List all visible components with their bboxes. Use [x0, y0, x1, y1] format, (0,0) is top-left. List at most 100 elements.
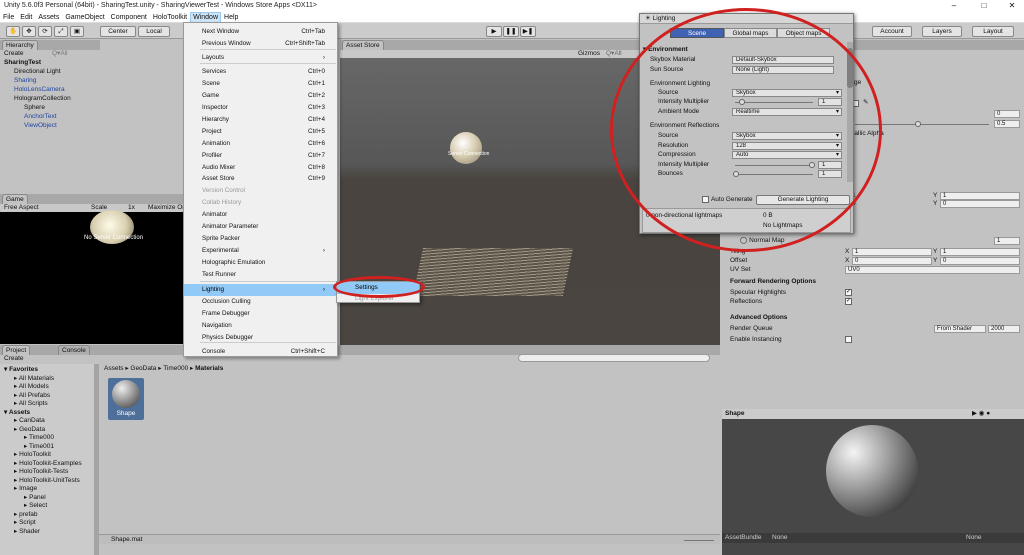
pivot-center-button[interactable]: Center	[100, 26, 136, 37]
menu-item-console[interactable]: Console Ctrl+Shift+C	[184, 346, 337, 358]
lighting-scrollbar[interactable]	[847, 42, 853, 182]
project-tree-item[interactable]: ▾ Favorites	[4, 366, 38, 374]
menu-item-settings[interactable]: Settings	[337, 282, 419, 294]
menu-item-experimental[interactable]: Experimental ›	[184, 245, 337, 257]
bounces-slider[interactable]	[735, 174, 813, 175]
skybox-field[interactable]: Default-Skybox	[732, 56, 834, 64]
refl-intensity-field[interactable]: 1	[818, 161, 842, 169]
minimize-button[interactable]: –	[940, 0, 968, 12]
sphere-object[interactable]	[450, 132, 482, 164]
menu-item-audio-mixer[interactable]: Audio Mixer Ctrl+8	[184, 162, 337, 174]
menu-edit[interactable]: Edit	[17, 12, 35, 23]
tree-scrollbar[interactable]	[94, 364, 99, 555]
compression-dropdown[interactable]: Auto	[732, 151, 842, 159]
menu-item-project[interactable]: Project Ctrl+5	[184, 126, 337, 138]
tab-console[interactable]: Console	[58, 345, 90, 355]
breadcrumb-item[interactable]: GeoData	[130, 365, 156, 372]
slider-knob[interactable]	[915, 121, 921, 127]
tab-asset-store[interactable]: Asset Store	[342, 40, 384, 50]
menu-assets[interactable]: Assets	[35, 12, 62, 23]
pause-icon[interactable]: ❚❚	[503, 26, 519, 37]
menu-item-animation[interactable]: Animation Ctrl+6	[184, 138, 337, 150]
ambient-mode-dropdown[interactable]: Realtime	[732, 108, 842, 116]
intensity-field[interactable]: 1	[818, 98, 842, 106]
slider-knob[interactable]	[739, 99, 745, 105]
menu-item-frame-debugger[interactable]: Frame Debugger	[184, 308, 337, 320]
account-dropdown[interactable]: Account	[872, 26, 912, 37]
menu-item-collab-history[interactable]: Collab History	[184, 197, 337, 209]
move-tool-icon[interactable]: ✥	[22, 26, 36, 37]
hierarchy-item[interactable]: AnchorText	[24, 113, 57, 121]
breadcrumb-item[interactable]: Assets	[104, 365, 124, 372]
tab-object-maps[interactable]: Object maps	[777, 28, 830, 38]
project-search-input[interactable]	[518, 354, 710, 362]
hand-tool-icon[interactable]: ✋	[6, 26, 20, 37]
viewobject-mesh[interactable]	[412, 248, 574, 296]
play-icon[interactable]: ▶	[486, 26, 502, 37]
hierarchy-search-input[interactable]: Q▾All	[52, 50, 68, 58]
menu-item-animator[interactable]: Animator	[184, 209, 337, 221]
menu-item-version-control[interactable]: Version Control	[184, 185, 337, 197]
hierarchy-item[interactable]: Directional Light	[14, 68, 61, 76]
normal-scale-field[interactable]: 1	[994, 237, 1020, 245]
slider-knob[interactable]	[809, 162, 815, 168]
preview-play-icon[interactable]: ▶ ◉ ●	[972, 410, 990, 418]
project-tree-item[interactable]: ▸ GeoData	[14, 426, 45, 434]
instancing-checkbox[interactable]	[845, 336, 852, 343]
menu-item-layouts[interactable]: Layouts ›	[184, 52, 337, 64]
smoothness-slider[interactable]	[855, 124, 989, 125]
project-tree-item[interactable]: ▸ Script	[14, 519, 36, 527]
tab-global-maps[interactable]: Global maps	[724, 28, 777, 38]
menu-item-services[interactable]: Services Ctrl+0	[184, 66, 337, 78]
project-tree-item[interactable]: ▸ HoloToolkit-UnitTests	[14, 477, 80, 485]
eyedropper-icon[interactable]: ✎	[863, 99, 868, 107]
auto-generate-checkbox[interactable]	[702, 196, 709, 203]
hierarchy-item[interactable]: HoloLensCamera	[14, 86, 65, 94]
offset-y-field[interactable]: 0	[940, 257, 1020, 265]
uvset-dropdown[interactable]: UV0	[845, 266, 1020, 274]
breadcrumb-item[interactable]: Materials	[195, 365, 223, 372]
menu-item-test-runner[interactable]: Test Runner	[184, 269, 337, 281]
sun-source-field[interactable]: None (Light)	[732, 66, 834, 74]
menu-item-game[interactable]: Game Ctrl+2	[184, 90, 337, 102]
project-tree-item[interactable]: ▸ HoloToolkit-Examples	[14, 460, 82, 468]
asset-tile[interactable]: Shape	[108, 378, 144, 420]
project-tree-item[interactable]: ▸ All Materials	[14, 375, 54, 383]
smoothness-source[interactable]: etallic Alpha	[849, 130, 884, 138]
project-tree-item[interactable]: ▸ Image	[14, 485, 37, 493]
menu-item-occlusion-culling[interactable]: Occlusion Culling	[184, 296, 337, 308]
menu-item-previous-window[interactable]: Previous Window Ctrl+Shift+Tab	[184, 38, 337, 50]
menu-item-scene[interactable]: Scene Ctrl+1	[184, 78, 337, 90]
section-environment[interactable]: ▾ Environment	[643, 46, 688, 54]
resolution-dropdown[interactable]: 128	[732, 142, 842, 150]
tab-hierarchy[interactable]: Hierarchy	[2, 40, 38, 50]
layers-dropdown[interactable]: Layers	[922, 26, 962, 37]
rect-tool-icon[interactable]: ▣	[70, 26, 84, 37]
maximize-on-play-toggle[interactable]: Maximize On	[148, 204, 186, 212]
inspector-field[interactable]: 1	[940, 192, 1020, 200]
menu-item-animator-parameter[interactable]: Animator Parameter	[184, 221, 337, 233]
menu-item-asset-store[interactable]: Asset Store Ctrl+9	[184, 173, 337, 185]
layout-dropdown[interactable]: Layout	[972, 26, 1014, 37]
project-tree-item[interactable]: ▸ Shader	[14, 528, 40, 536]
hierarchy-create-button[interactable]: Create	[4, 50, 24, 58]
tiling-x-field[interactable]: 1	[852, 248, 932, 256]
scene-search-input[interactable]: Q▾All	[606, 50, 622, 58]
project-tree-item[interactable]: ▸ Time001	[24, 443, 54, 451]
scene-root[interactable]: SharingTest	[4, 59, 41, 67]
project-tree-item[interactable]: ▸ prefab	[14, 511, 38, 519]
variant-dropdown[interactable]: None	[966, 534, 982, 542]
project-tree-item[interactable]: ▸ Panel	[24, 494, 46, 502]
pivot-local-button[interactable]: Local	[138, 26, 170, 37]
inspector-field[interactable]: 0	[994, 110, 1020, 118]
menu-item-inspector[interactable]: Inspector Ctrl+3	[184, 102, 337, 114]
project-tree-item[interactable]: ▾ Assets	[4, 409, 30, 417]
menu-item-lighting[interactable]: Lighting ›	[184, 284, 337, 296]
offset-x-field[interactable]: 0	[852, 257, 932, 265]
intensity-slider[interactable]	[735, 102, 813, 103]
hierarchy-item[interactable]: ViewObject	[24, 122, 57, 130]
menu-item-profiler[interactable]: Profiler Ctrl+7	[184, 150, 337, 162]
menu-item-navigation[interactable]: Navigation	[184, 320, 337, 332]
menu-item-holographic-emulation[interactable]: Holographic Emulation	[184, 257, 337, 269]
tab-project[interactable]: Project	[2, 345, 31, 355]
